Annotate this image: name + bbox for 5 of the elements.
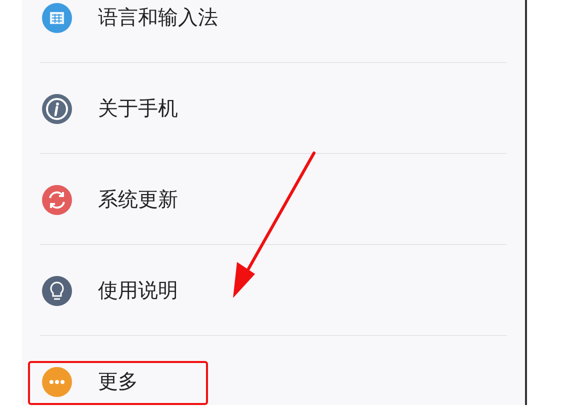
settings-item[interactable]: 语言和输入法 [22, 0, 525, 63]
settings-item[interactable]: 使用说明 [22, 245, 525, 336]
settings-item[interactable]: 关于手机 [22, 63, 525, 154]
settings-item[interactable]: 系统更新 [22, 154, 525, 245]
settings-item[interactable]: 更多 [22, 336, 525, 405]
